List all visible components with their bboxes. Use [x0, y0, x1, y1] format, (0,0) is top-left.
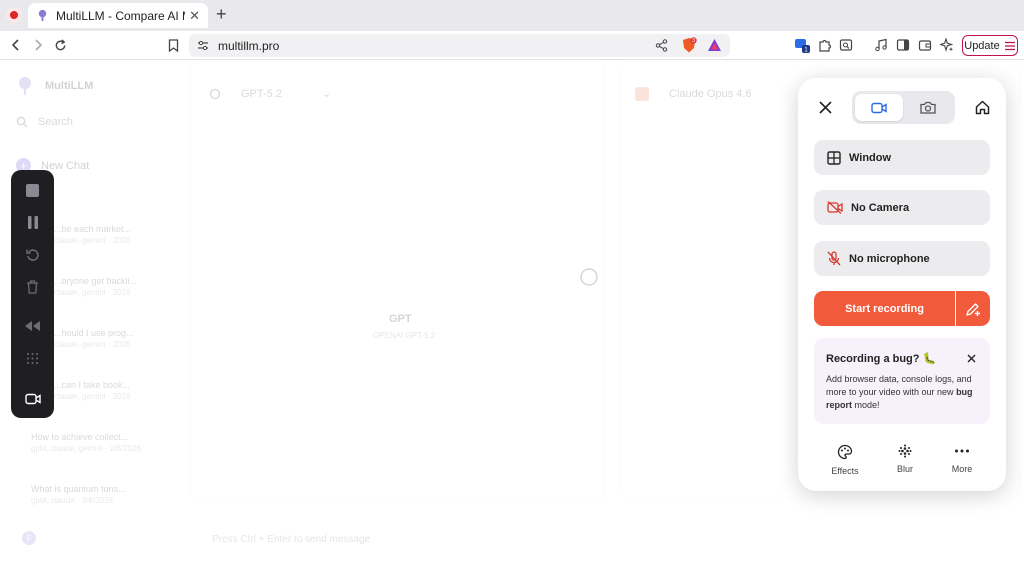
bug-promo-title: Recording a bug? 🐛 — [826, 353, 937, 365]
blur-dots-icon — [898, 444, 912, 458]
restart-icon[interactable] — [22, 244, 43, 265]
panel-header[interactable]: GPT-5.2 ⌄ — [209, 87, 331, 100]
camera-option-label: No Camera — [851, 201, 910, 214]
screen-recorder-extension-icon[interactable]: 1 — [794, 37, 810, 53]
brand: MultiLLM — [15, 76, 93, 96]
video-mode-tab[interactable] — [855, 94, 903, 121]
panel-model-name: GPT-5.2 — [241, 87, 282, 100]
recorder-toolbar — [11, 170, 54, 418]
new-chat-label: New Chat — [41, 159, 90, 172]
screenshot-mode-tab[interactable] — [904, 94, 952, 121]
rewind-draw-icon[interactable] — [22, 315, 43, 336]
model-panel-gpt: GPT-5.2 ⌄ GPT OPENAI GPT-5.2 — [190, 60, 605, 500]
history-item[interactable]: What is quantum tuns... gpt4, claude · 2/… — [16, 484, 166, 505]
history-meta: gpt4, claude · 2/6/2026 — [31, 496, 113, 505]
tab-close-icon[interactable]: ✕ — [189, 8, 200, 24]
brave-rewards-icon[interactable] — [707, 38, 722, 52]
url-text: multillm.pro — [218, 39, 280, 53]
multillm-favicon-icon — [38, 9, 47, 22]
share-icon[interactable] — [655, 39, 668, 52]
recording-indicator-icon[interactable] — [6, 7, 22, 23]
tab-title: MultiLLM - Compare AI Models — [56, 8, 185, 23]
window-source-option[interactable]: Window — [814, 140, 990, 175]
history-title: What is quantum tuns... — [31, 484, 126, 494]
reload-icon[interactable] — [51, 36, 69, 54]
camera-icon — [920, 101, 936, 114]
camera-option[interactable]: No Camera — [814, 190, 990, 225]
bookmark-icon[interactable] — [164, 36, 182, 54]
media-music-icon[interactable] — [873, 37, 889, 53]
back-icon[interactable] — [7, 36, 25, 54]
panel-header[interactable]: Claude Opus 4.6 — [635, 87, 752, 101]
chat-input-placeholder[interactable]: Press Ctrl + Enter to send message — [212, 534, 370, 545]
history-meta: gpt4, claude, gemini · 2/6/2026 — [31, 444, 141, 453]
bug-promo-text-part: Add browser data, console logs, and more… — [826, 374, 972, 397]
history-title: How to achieve collect... — [31, 432, 129, 442]
site-settings-icon[interactable] — [197, 40, 209, 51]
reader-view-icon[interactable] — [838, 37, 854, 53]
openai-logo-icon — [580, 268, 598, 286]
leo-ai-sparkle-icon[interactable] — [939, 37, 955, 53]
claude-logo-icon — [635, 87, 649, 101]
microphone-off-icon — [827, 251, 841, 266]
panel-model-name: Claude Opus 4.6 — [669, 88, 752, 100]
palette-icon — [837, 444, 853, 460]
multillm-logo-icon — [19, 77, 31, 95]
window-grid-icon — [827, 150, 841, 165]
more-dots-icon — [955, 449, 969, 453]
search-icon — [16, 116, 28, 128]
hamburger-menu-icon — [1004, 41, 1015, 50]
effects-label: Effects — [831, 466, 859, 476]
shield-badge-count: 3 — [692, 38, 695, 44]
start-recording-button[interactable]: Start recording — [814, 291, 955, 326]
close-icon[interactable] — [964, 351, 978, 365]
pause-icon[interactable] — [22, 212, 43, 233]
video-icon — [871, 102, 887, 113]
forward-icon[interactable] — [29, 36, 47, 54]
capture-mode-switch — [852, 91, 955, 124]
blur-grid-icon[interactable] — [22, 348, 43, 369]
bug-promo-text-part: mode! — [852, 400, 880, 410]
browser-tab-bar: MultiLLM - Compare AI Models ✕ + — [0, 0, 1024, 31]
new-tab-button[interactable]: + — [216, 5, 227, 23]
brand-name: MultiLLM — [45, 80, 94, 92]
stop-icon[interactable] — [22, 180, 43, 201]
trash-icon[interactable] — [22, 276, 43, 297]
camera-toggle-icon[interactable] — [22, 388, 43, 409]
microphone-option-label: No microphone — [849, 252, 930, 265]
more-button[interactable]: More — [940, 444, 984, 474]
brave-shield-icon[interactable]: 3 — [681, 37, 697, 54]
gpt-empty-state — [576, 266, 602, 293]
blur-button[interactable]: Blur — [883, 444, 927, 474]
window-option-label: Window — [849, 151, 892, 164]
effects-button[interactable]: Effects — [823, 444, 867, 476]
blur-label: Blur — [896, 464, 913, 474]
address-bar[interactable]: multillm.pro 3 — [189, 34, 730, 57]
extensions-puzzle-icon[interactable] — [817, 37, 833, 53]
annotate-pen-icon[interactable] — [956, 291, 990, 326]
openai-logo-icon — [209, 88, 221, 99]
sidebar-toggle-icon[interactable] — [895, 37, 911, 53]
home-icon[interactable] — [973, 98, 991, 116]
bug-report-promo: Recording a bug? 🐛 Add browser data, con… — [814, 338, 990, 424]
update-button[interactable]: Update — [962, 35, 1018, 56]
wallet-icon[interactable] — [917, 37, 933, 53]
empty-state-subtitle: OPENAI GPT-5.2 — [373, 331, 436, 340]
bug-promo-text: Add browser data, console logs, and more… — [826, 373, 986, 412]
more-label: More — [951, 464, 973, 474]
update-label: Update — [964, 39, 1000, 52]
avatar[interactable]: F — [22, 531, 36, 545]
search-label: Search — [38, 116, 73, 128]
close-icon[interactable] — [816, 98, 834, 116]
start-recording-label: Start recording — [845, 302, 924, 315]
sidebar-search[interactable]: Search — [16, 116, 73, 128]
recorder-popup: Window No Camera No microphone Start rec… — [798, 78, 1006, 491]
browser-toolbar: multillm.pro 3 1 Update — [0, 31, 1024, 60]
browser-tab[interactable]: MultiLLM - Compare AI Models ✕ — [28, 3, 208, 28]
camera-off-icon — [827, 201, 843, 214]
empty-state-title: GPT — [389, 313, 412, 325]
history-item[interactable]: How to achieve collect... gpt4, claude, g… — [16, 432, 166, 453]
microphone-option[interactable]: No microphone — [814, 241, 990, 276]
chevron-down-icon: ⌄ — [321, 88, 332, 100]
